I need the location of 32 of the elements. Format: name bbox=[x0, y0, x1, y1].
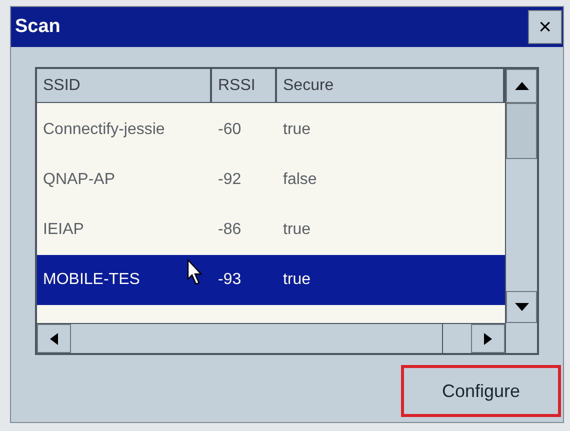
network-row[interactable]: QNAP-AP -92 false bbox=[37, 155, 505, 205]
column-header[interactable]: SSID bbox=[37, 69, 212, 102]
scroll-thumb[interactable] bbox=[506, 103, 537, 159]
window-title: Scan bbox=[15, 14, 60, 39]
up-arrow-icon bbox=[514, 82, 528, 90]
down-arrow-icon bbox=[514, 303, 528, 311]
table-cell-text: false bbox=[283, 170, 317, 190]
table-cell-text: true bbox=[283, 220, 311, 240]
table-cell-text: -86 bbox=[218, 220, 242, 240]
table-cell-text: true bbox=[283, 120, 311, 140]
table-cell-text: -92 bbox=[218, 170, 242, 190]
scroll-left-button[interactable] bbox=[37, 324, 71, 353]
table-cell-text: -93 bbox=[218, 270, 242, 290]
table-cell-text: -60 bbox=[218, 120, 242, 140]
scroll-up-button[interactable] bbox=[506, 69, 537, 103]
configure-button[interactable]: Configure bbox=[401, 365, 561, 417]
network-row[interactable]: MOBILE-TES -93 true bbox=[37, 255, 505, 305]
table-cell-text: MOBILE-TES bbox=[43, 270, 140, 290]
table-cell-text: true bbox=[283, 270, 311, 290]
left-arrow-icon bbox=[50, 332, 58, 344]
mouse-pointer-icon bbox=[187, 259, 203, 285]
network-row[interactable]: IEIAP -86 true bbox=[37, 205, 505, 255]
right-arrow-icon bbox=[484, 332, 492, 344]
table-cell-text: QNAP-AP bbox=[43, 170, 116, 190]
scroll-right-button[interactable] bbox=[471, 324, 505, 353]
scroll-down-button[interactable] bbox=[506, 291, 537, 323]
table-cell-text: Connectify-jessie bbox=[43, 120, 165, 140]
column-header[interactable]: RSSI bbox=[212, 69, 277, 102]
table-cell-text: IEIAP bbox=[43, 220, 84, 240]
close-button[interactable]: × bbox=[528, 10, 562, 44]
vertical-scrollbar[interactable] bbox=[505, 69, 537, 353]
network-row[interactable]: Connectify-jessie -60 true bbox=[37, 105, 505, 155]
